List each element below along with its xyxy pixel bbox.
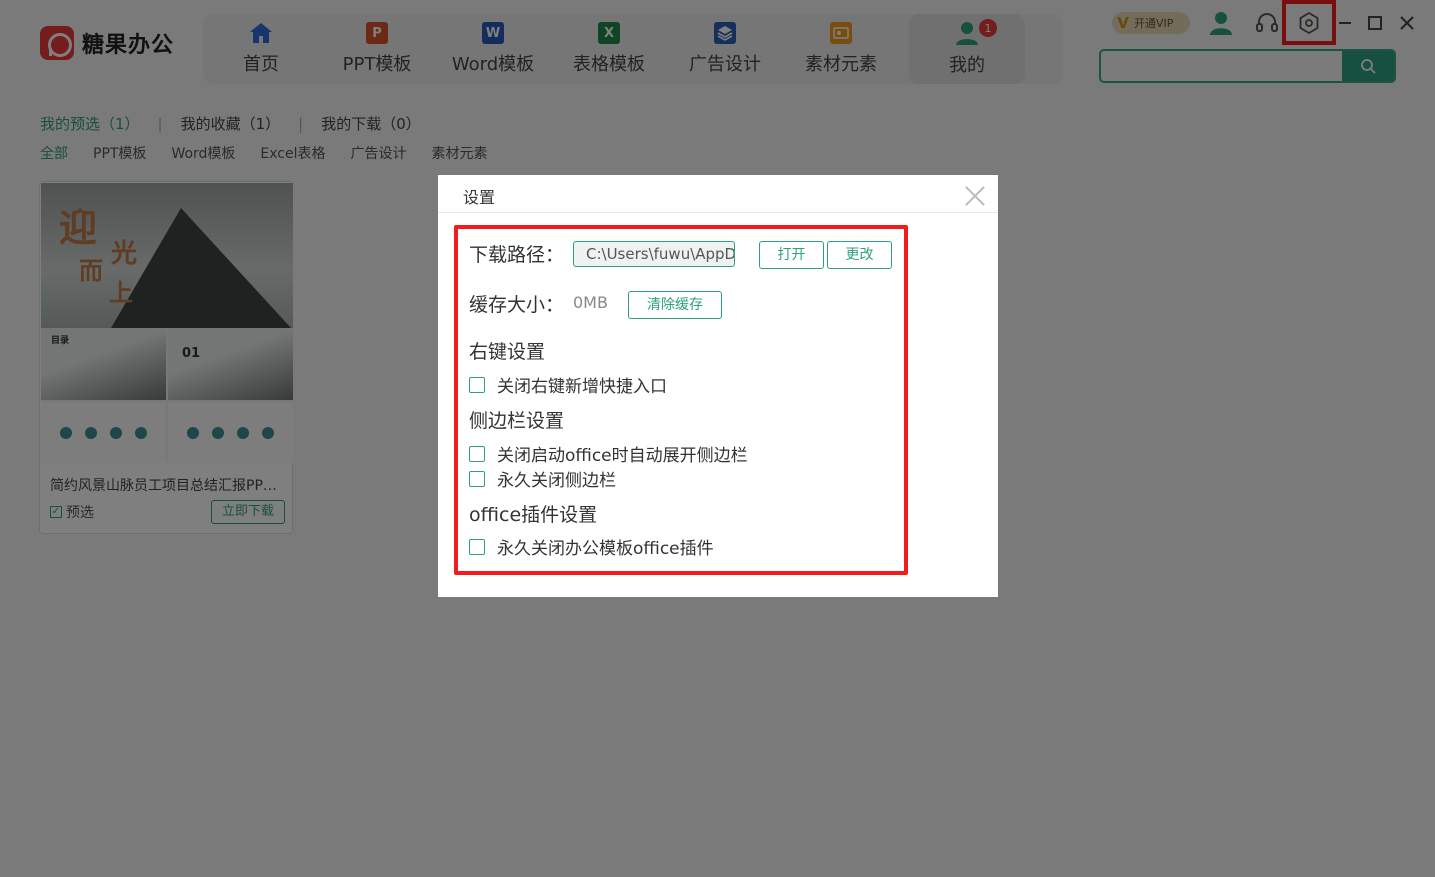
dialog-close-icon[interactable] [964,185,986,207]
cache-size-label: 缓存大小： [469,294,565,316]
clear-cache-button[interactable]: 清除缓存 [628,291,722,319]
change-path-button[interactable]: 更改 [827,241,892,269]
download-path-label: 下载路径： [469,244,565,266]
settings-dialog: 设置 下载路径： C:\Users\fuwu\AppDa 打开 更改 缓存大小：… [438,175,998,597]
dialog-title: 设置 [463,188,496,207]
option-label: 关闭右键新增快捷入口 [497,377,667,397]
download-path-field[interactable]: C:\Users\fuwu\AppDa [573,241,735,267]
option-label: 永久关闭侧边栏 [497,471,616,491]
context-menu-settings-title: 右键设置 [469,341,546,363]
sidebar-settings-title: 侧边栏设置 [469,410,565,432]
checkbox[interactable] [469,538,485,555]
disable-context-menu-option[interactable]: 关闭右键新增快捷入口 [469,372,667,397]
disable-plugin-option[interactable]: 永久关闭办公模板office插件 [469,534,714,559]
checkbox[interactable] [469,376,485,393]
dialog-divider [438,212,998,213]
disable-auto-sidebar-option[interactable]: 关闭启动office时自动展开侧边栏 [469,441,748,466]
disable-sidebar-option[interactable]: 永久关闭侧边栏 [469,466,616,491]
checkbox[interactable] [469,470,485,487]
option-label: 关闭启动office时自动展开侧边栏 [497,446,748,466]
open-folder-button[interactable]: 打开 [759,241,824,269]
cache-size-value: 0MB [573,293,608,312]
checkbox[interactable] [469,445,485,462]
option-label: 永久关闭办公模板office插件 [497,539,714,559]
plugin-settings-title: office插件设置 [469,504,598,526]
